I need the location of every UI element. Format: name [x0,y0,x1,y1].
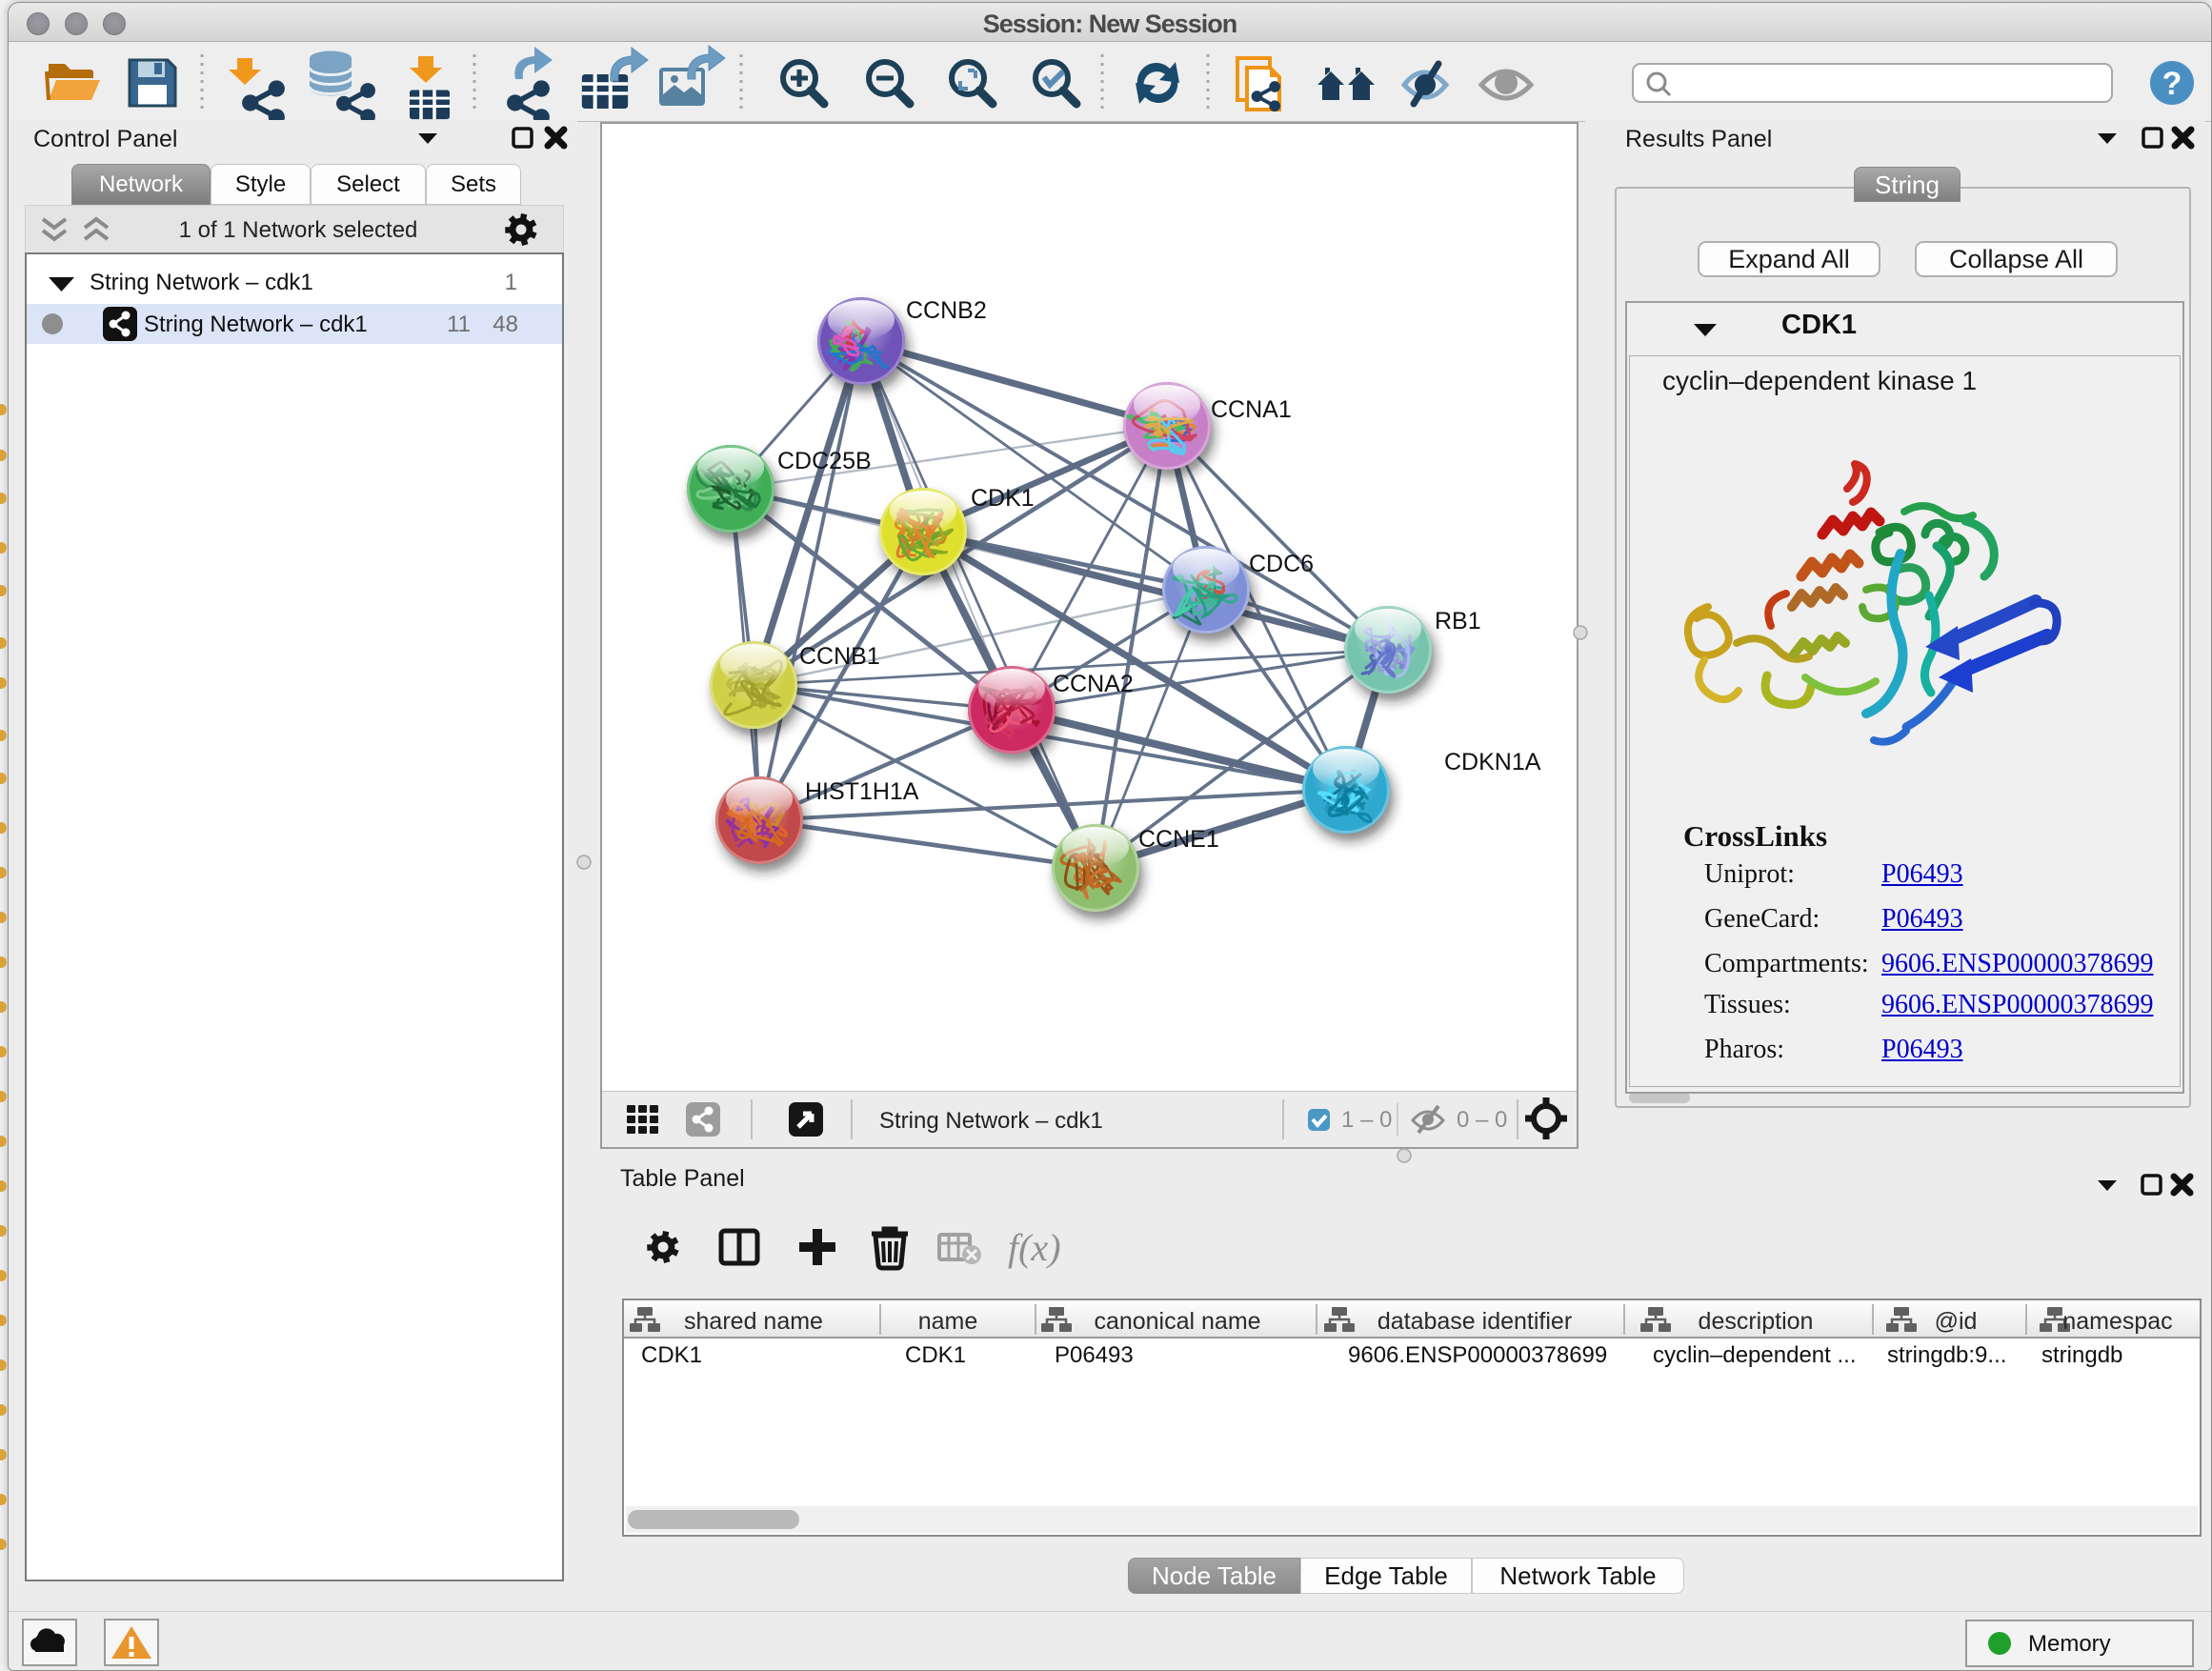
svg-text:1 of 1 Network selected: 1 of 1 Network selected [179,217,418,243]
svg-text:CCNA2: CCNA2 [1053,671,1134,697]
svg-text:CDC6: CDC6 [1249,551,1314,577]
svg-text:CDK1: CDK1 [971,485,1035,512]
svg-text:CCNB2: CCNB2 [906,297,987,324]
svg-text:CDKN1A: CDKN1A [1444,749,1541,775]
svg-text:f(x): f(x) [1008,1226,1061,1269]
svg-text:CCNB1: CCNB1 [799,643,880,670]
svg-text:description: description [1699,1308,1814,1335]
svg-text:name: name [918,1308,978,1335]
svg-text:database identifier: database identifier [1377,1308,1572,1335]
svg-text:String Network – cdk1: String Network – cdk1 [879,1108,1103,1134]
svg-text:CDC25B: CDC25B [777,448,872,474]
svg-text:@id: @id [1935,1308,1978,1335]
svg-text:0 – 0: 0 – 0 [1457,1107,1507,1133]
svg-text:canonical name: canonical name [1094,1308,1260,1335]
svg-text:RB1: RB1 [1435,608,1481,634]
svg-text:CCNE1: CCNE1 [1138,826,1219,853]
svg-text:CCNA1: CCNA1 [1211,396,1292,423]
svg-text:namespac: namespac [2062,1308,2172,1335]
svg-text:shared name: shared name [684,1308,823,1335]
svg-text:?: ? [2162,66,2182,102]
svg-text:1 – 0: 1 – 0 [1341,1107,1392,1133]
svg-text:HIST1H1A: HIST1H1A [805,778,919,805]
